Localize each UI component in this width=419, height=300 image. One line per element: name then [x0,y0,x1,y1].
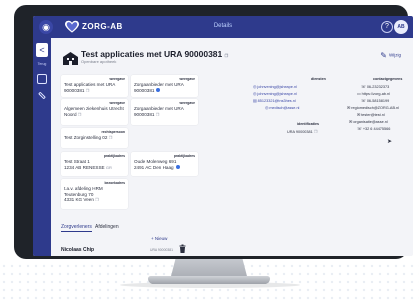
help-icon[interactable]: ? [381,21,393,33]
monitor-base [148,276,270,284]
card-value: Oude Molenweg 691 2491 AC Den Haag [134,159,180,170]
name-card: weergave Test applicaties met URA 900003… [61,75,128,97]
card-value: t.a.v. afdeling HRM Teutenburg 70 4331 KG … [64,186,103,202]
card-label: bezoekadres [104,181,125,185]
address-tag: GR [105,164,112,170]
card-label: praktijkadres [173,154,195,158]
app-screen: ◉ ZORG-AB Details ? AB < Terug Test appl… [33,16,413,256]
practice-address-card: praktijkadres Oude Molenweg 691 2491 AC D… [131,152,198,176]
page-title-text: Test applicaties met URA 90000381 [81,49,223,59]
stage: ◉ ZORG-AB Details ? AB < Terug Test appl… [0,0,419,300]
card-label: praktijkadres [103,154,125,158]
card-label: rechtspersoon [101,130,125,134]
card-label: weergave [109,77,125,81]
card-label: weergave [179,77,195,81]
info-badge-icon [175,165,180,170]
identificaties-header: identificaties [297,122,319,126]
contact-row[interactable]: ✉ organisatie@asse.nl [349,119,388,124]
dienst-row[interactable]: ◎ medisch@asse.nl [265,105,299,110]
page-context-title: Details [213,23,233,29]
dienst-row[interactable]: ◎ johnvening@jsheape.nl [253,84,297,89]
trash-icon[interactable] [179,244,186,253]
dienst-row[interactable]: ◎ johnvening@jsheape.nl [253,91,297,96]
page-subtitle: Openbare apotheek [81,59,117,64]
copy-icon[interactable]: ❐ [156,112,160,117]
edit-button[interactable]: ✎ Wijzig [380,51,401,60]
visit-address-card: bezoekadres t.a.v. afdeling HRM Teutenbur… [61,179,128,209]
card-value: Algemeen ziekenhuis Utrecht Noord ❐ [64,106,124,117]
tab-bar: Zorgverleners Afdelingen [61,224,119,232]
card-label: weergave [109,101,125,105]
legal-entity-card: rechtspersoon Test Zorginstelling 02 ❐ [61,128,128,148]
card-label: weergave [179,101,195,105]
copy-icon[interactable]: ❐ [109,135,113,140]
back-button[interactable]: < [36,43,48,57]
copy-icon[interactable]: ❐ [225,53,229,58]
user-avatar[interactable]: AB [394,20,408,34]
practice-address-card: praktijkadres Test Straat 1 1234 AB RENES… [61,152,128,176]
sidebar: < Terug [33,38,51,256]
contact-row[interactable]: ▭ https://zorg-ab.nl [357,91,390,96]
edit-label: Wijzig [389,52,401,58]
card-value: Zorgaanbieder met URA 90000381 [134,82,184,93]
copy-icon[interactable]: ❐ [78,112,82,117]
tab-zorgverleners[interactable]: Zorgverleners [61,224,92,232]
main-content: Test applicaties met URA 90000381 ❐ Open… [57,42,409,254]
list-item-name[interactable]: Nicolaas Chip [61,247,94,253]
sidebar-item-label: Terug [37,62,47,66]
building-icon [63,52,78,65]
contactgegevens-header: contactgegevens [373,77,403,81]
sidebar-item-organisation-icon[interactable] [37,74,47,84]
contact-row[interactable]: ✉ regiomedisch@ZORG-AB.nl [347,105,399,110]
identification-row: URA 90000381 ❐ [287,129,318,134]
contact-row[interactable]: ✉ tester@test.nl [357,112,385,117]
list-item-code: URA 90000381 [150,248,173,252]
card-value: Test Straat 1 1234 AB RENESSE GR [64,159,112,170]
name-card: weergave Zorgaanbieder met URA 90000381 … [131,99,198,125]
info-badge-icon [156,88,161,93]
contact-row[interactable]: ☏ 06-23232373 [361,84,389,89]
mouse-cursor-icon: ➤ [387,139,393,145]
contact-row[interactable]: ☏ 06-58158199 [361,98,389,103]
tab-afdelingen[interactable]: Afdelingen [95,224,119,230]
dienst-row[interactable]: ▤ 85123321@tns3hes.nl [253,98,296,103]
copy-icon[interactable]: ❐ [86,88,90,93]
name-card: weergave Algemeen ziekenhuis Utrecht Noo… [61,99,128,125]
monitor: ◉ ZORG-AB Details ? AB < Terug Test appl… [14,5,413,259]
new-button[interactable]: + Nieuw [151,236,167,241]
sidebar-item-edit-icon[interactable] [38,91,46,100]
card-value: Zorgaanbieder met URA 90000381 ❐ [134,106,184,117]
card-value: Test Zorginstelling 02 ❐ [64,135,113,140]
page-title: Test applicaties met URA 90000381 ❐ [81,49,228,59]
name-card: weergave Zorgaanbieder met URA 90000381 [131,75,198,97]
contact-row[interactable]: ☏ +32 6 44475566 [357,126,390,131]
pencil-icon: ✎ [380,51,387,60]
top-bar: ◉ ZORG-AB Details ? AB [33,16,413,38]
diensten-header: diensten [311,77,326,81]
copy-icon[interactable]: ❐ [95,197,99,202]
card-value: Test applicaties met URA 90000381 ❐ [64,82,116,93]
